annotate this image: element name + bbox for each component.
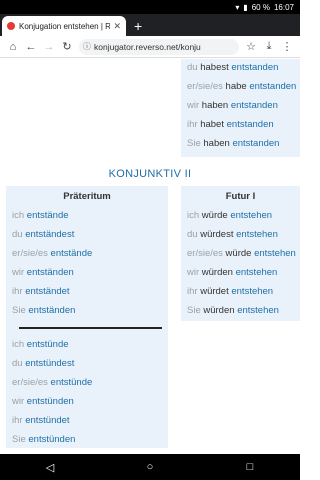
nav-recents-icon[interactable]: □ (240, 461, 260, 473)
conj-row: er/sie/es entstünde (12, 377, 93, 388)
perfekt-box: du habest entstanden er/sie/es habe ents… (181, 59, 300, 157)
system-nav-bar: ◁ ○ □ (0, 454, 300, 480)
info-icon[interactable]: ⓘ (83, 41, 91, 52)
status-bar: ▾ ▮ 60 % 16:07 (0, 0, 300, 14)
conj-row: ihr entständet (12, 286, 70, 297)
nav-back-icon[interactable]: ◁ (40, 461, 60, 474)
forward-icon[interactable]: → (40, 41, 58, 53)
clock: 16:07 (273, 2, 294, 12)
close-tab-icon[interactable]: ✕ (113, 21, 121, 32)
address-bar[interactable]: ⓘ konjugator.reverso.net/konju (79, 38, 239, 55)
tab-strip: Konjugation entstehen | R ✕ (0, 14, 300, 36)
tense-heading: Präteritum (63, 191, 111, 202)
conj-row: du entstündest (12, 358, 75, 369)
conj-row: er/sie/es habe entstanden (187, 81, 297, 92)
battery-icon: ▮ (243, 2, 248, 12)
signal-icon: ▾ (235, 2, 240, 12)
conj-row: ihr würdet entstehen (187, 286, 274, 297)
divider (19, 327, 162, 329)
conj-row: ich entstände (12, 210, 69, 221)
page-content: du habest entstanden er/sie/es habe ents… (0, 59, 300, 454)
star-icon[interactable]: ☆ (242, 40, 260, 53)
conj-row: Sie entstünden (12, 434, 76, 445)
conj-row: wir haben entstanden (187, 100, 278, 111)
conj-row: wir entständen (12, 267, 74, 278)
tense-heading: Futur I (225, 191, 256, 202)
conj-row: wir würden entstehen (187, 267, 278, 278)
reload-icon[interactable]: ↻ (58, 40, 76, 53)
home-icon[interactable]: ⌂ (4, 41, 22, 53)
tab-title: Konjugation entstehen | R (19, 21, 111, 31)
nav-home-icon[interactable]: ○ (140, 461, 160, 473)
favicon-icon (7, 22, 15, 30)
conj-row: ihr entstündet (12, 415, 70, 426)
conj-row: Sie würden entstehen (187, 305, 279, 316)
new-tab-icon[interactable]: + (134, 15, 142, 37)
conj-row: Sie haben entstanden (187, 138, 280, 149)
conj-row: ihr habet entstanden (187, 119, 274, 130)
conj-row: du habest entstanden (187, 62, 279, 73)
back-icon[interactable]: ← (22, 41, 40, 53)
conj-row: Sie entständen (12, 305, 76, 316)
praeteritum-box: Präteritum ich entstände du entständest … (6, 186, 168, 448)
conj-row: ich entstünde (12, 339, 69, 350)
battery-level: 60 % (251, 2, 270, 12)
conj-row: du würdest entstehen (187, 229, 278, 240)
section-title: KONJUNKTIV II (108, 168, 192, 180)
futur1-box: Futur I ich würde entstehen du würdest e… (181, 186, 300, 321)
browser-toolbar: ⌂ ← → ↻ ⓘ konjugator.reverso.net/konju ☆… (0, 36, 300, 58)
url-text: konjugator.reverso.net/konju (94, 41, 201, 52)
conj-row: ich würde entstehen (187, 210, 273, 221)
more-icon[interactable]: ⋮ (278, 40, 296, 53)
conj-row: er/sie/es würde entstehen (187, 248, 296, 259)
conj-row: wir entstünden (12, 396, 74, 407)
conj-row: er/sie/es entstände (12, 248, 93, 259)
browser-tab[interactable]: Konjugation entstehen | R ✕ (2, 16, 126, 36)
conj-row: du entständest (12, 229, 75, 240)
download-icon[interactable]: ⤓ (260, 40, 278, 53)
